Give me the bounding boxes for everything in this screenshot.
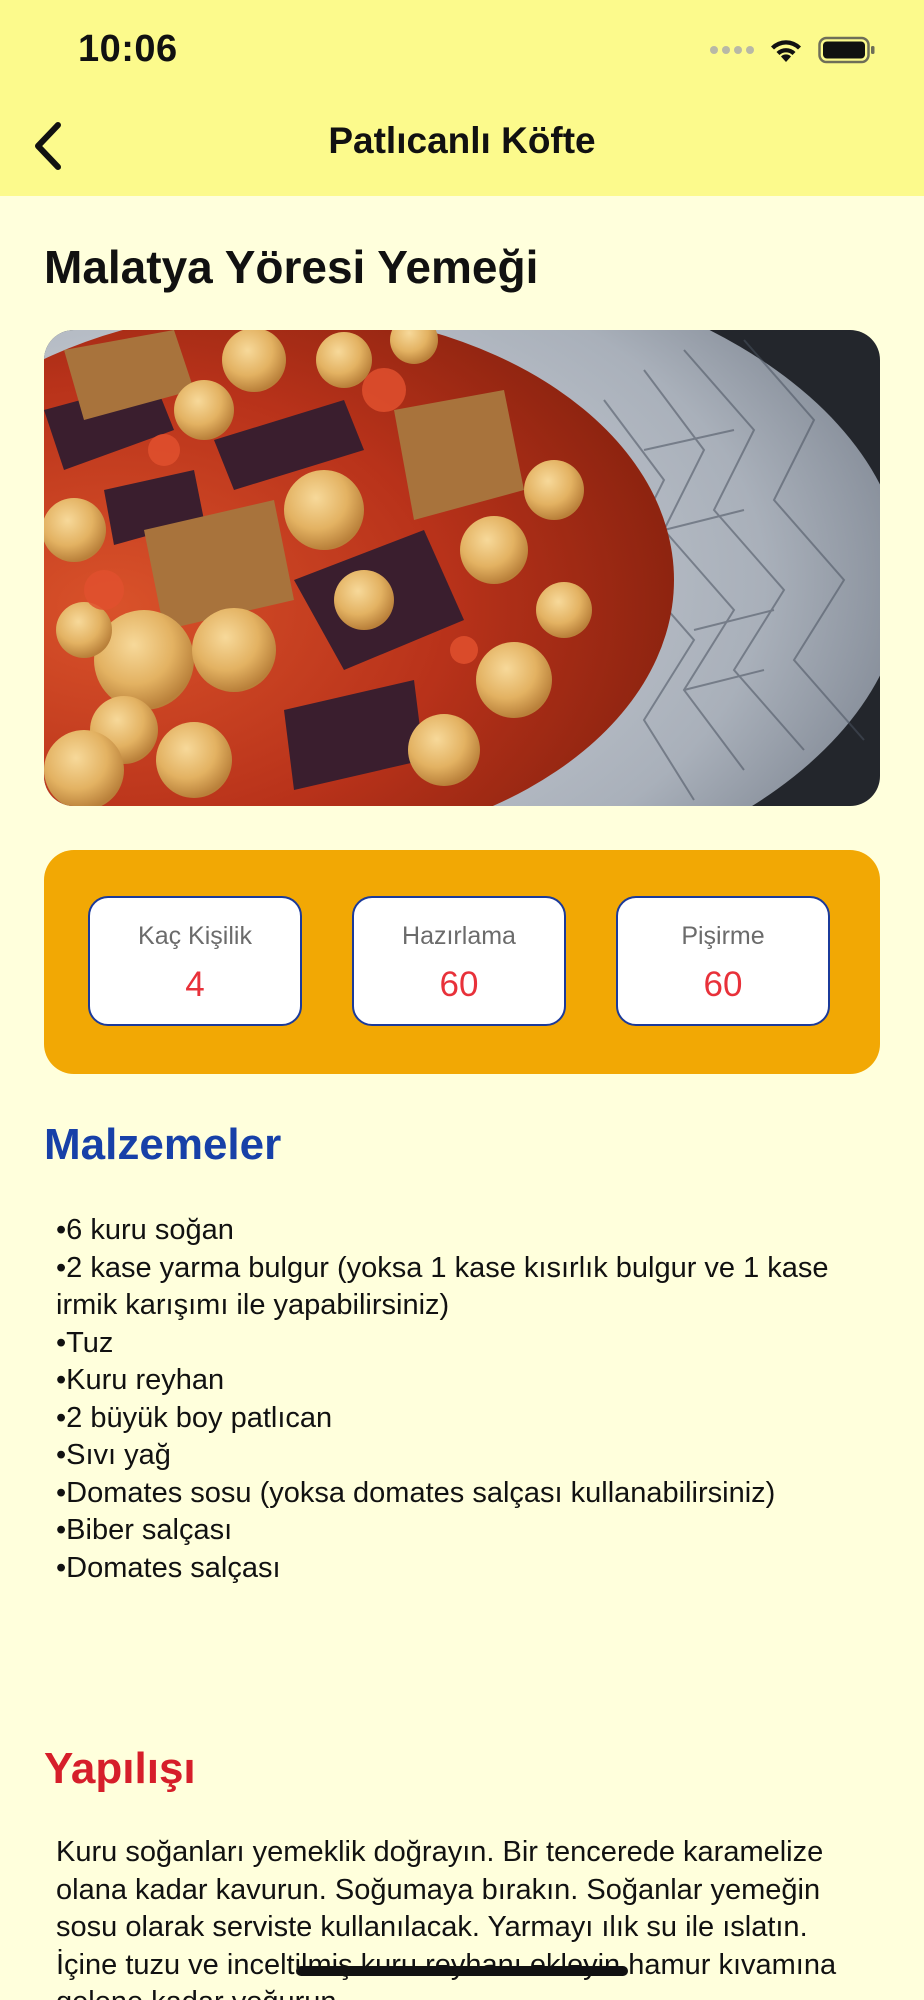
ingredient-item: Tuz <box>56 1325 876 1363</box>
ingredients-list: 6 kuru soğan 2 kase yarma bulgur (yoksa … <box>56 1212 876 1587</box>
ingredient-item: Kuru reyhan <box>56 1362 876 1400</box>
prep-time-box: Hazırlama 60 <box>352 896 566 1026</box>
cook-time-value: 60 <box>703 965 743 1004</box>
recipe-detail-screen: 10:06 Patlıcanlı Köfte Malatya Yöresi Ye… <box>0 0 924 2000</box>
cook-time-box: Pişirme 60 <box>616 896 830 1026</box>
battery-icon <box>818 36 875 64</box>
status-icons <box>710 32 876 68</box>
status-time: 10:06 <box>78 28 178 70</box>
ingredient-item: Sıvı yağ <box>56 1437 876 1475</box>
prep-time-value: 60 <box>439 965 479 1004</box>
servings-label: Kaç Kişilik <box>138 922 252 950</box>
recipe-info-card: Kaç Kişilik 4 Hazırlama 60 Pişirme 60 <box>44 850 880 1074</box>
signal-dots-icon <box>710 46 754 54</box>
servings-value: 4 <box>185 965 205 1004</box>
ingredient-item: Biber salçası <box>56 1512 876 1550</box>
servings-box: Kaç Kişilik 4 <box>88 896 302 1026</box>
page-title: Patlıcanlı Köfte <box>328 120 596 161</box>
ingredients-title: Malzemeler <box>44 1120 282 1169</box>
wifi-icon <box>771 40 801 62</box>
home-indicator[interactable] <box>296 1966 628 1976</box>
ingredient-item: 6 kuru soğan <box>56 1212 876 1250</box>
method-title: Yapılışı <box>44 1744 196 1793</box>
recipe-region-heading: Malatya Yöresi Yemeği <box>44 241 539 293</box>
ingredient-item: Domates salçası <box>56 1550 876 1588</box>
ingredient-item: 2 kase yarma bulgur (yoksa 1 kase kısırl… <box>56 1250 876 1325</box>
ingredient-item: 2 büyük boy patlıcan <box>56 1400 876 1438</box>
top-bar: 10:06 Patlıcanlı Köfte <box>0 0 924 196</box>
prep-time-label: Hazırlama <box>402 922 516 950</box>
ingredient-item: Domates sosu (yoksa domates salçası kull… <box>56 1475 876 1513</box>
recipe-image <box>44 330 880 806</box>
cook-time-label: Pişirme <box>681 922 765 950</box>
